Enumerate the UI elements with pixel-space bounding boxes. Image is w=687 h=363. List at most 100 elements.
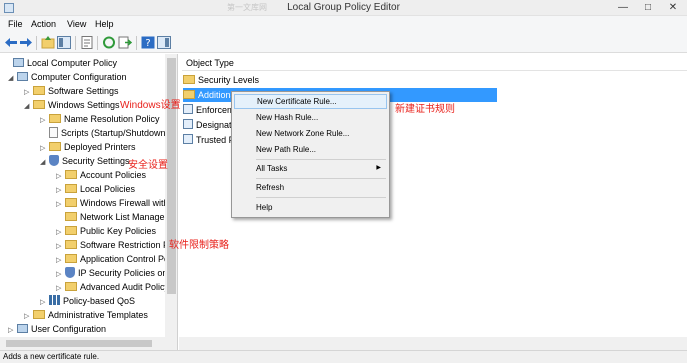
- tree-local-policies[interactable]: ▷ Local Policies: [56, 182, 135, 196]
- menu-new-hash-rule[interactable]: New Hash Rule...: [234, 110, 387, 125]
- folder-icon: [65, 254, 77, 263]
- tree-windows-firewall[interactable]: ▷ Windows Firewall with /: [56, 196, 174, 210]
- forward-arrow-icon[interactable]: [19, 36, 33, 49]
- folder-icon: [65, 170, 77, 179]
- refresh-icon[interactable]: [102, 36, 116, 49]
- tree-local-computer-policy[interactable]: Local Computer Policy: [4, 56, 117, 70]
- annotation-software-restriction: 软件限制策略: [169, 240, 229, 251]
- policy-document-icon: [183, 119, 193, 129]
- shield-icon: [49, 155, 59, 166]
- folder-icon: [49, 142, 61, 151]
- tree-item-label: Name Resolution Policy: [64, 114, 160, 124]
- folder-icon: [49, 114, 61, 123]
- folder-icon: [65, 198, 77, 207]
- expand-toggle-icon[interactable]: ◢: [8, 72, 17, 86]
- menu-all-tasks-label: All Tasks: [256, 164, 288, 173]
- tree-scripts[interactable]: Scripts (Startup/Shutdown: [40, 126, 166, 140]
- tree-item-label: Security Settings: [62, 156, 130, 166]
- folder-icon: [183, 75, 195, 84]
- tree-name-resolution-policy[interactable]: ▷ Name Resolution Policy: [40, 112, 160, 126]
- expand-toggle-icon[interactable]: ◢: [40, 156, 49, 170]
- maximize-button[interactable]: □: [637, 0, 659, 16]
- policy-document-icon: [183, 134, 193, 144]
- tree-application-control-policies[interactable]: ▷ Application Control Pol: [56, 252, 171, 266]
- policy-document-icon: [183, 104, 193, 114]
- minimize-button[interactable]: —: [612, 0, 634, 16]
- computer-icon: [17, 72, 28, 81]
- chart-bars-icon: [49, 295, 60, 305]
- tree-item-label: Account Policies: [80, 170, 147, 180]
- details-horizontal-scrollbar[interactable]: [179, 337, 687, 350]
- tree-item-label: Advanced Audit Policy: [80, 282, 170, 292]
- up-folder-icon[interactable]: [41, 36, 55, 49]
- properties-icon[interactable]: [80, 36, 94, 49]
- tree-item-label: Policy-based QoS: [63, 296, 136, 306]
- menu-file[interactable]: File: [8, 19, 23, 29]
- menu-refresh[interactable]: Refresh: [234, 180, 387, 195]
- list-item-label: Security Levels: [198, 75, 260, 85]
- tree-policy-based-qos[interactable]: ▷ Policy-based QoS: [40, 294, 135, 308]
- tree-item-label: Windows Settings: [48, 100, 120, 110]
- menu-help[interactable]: Help: [95, 19, 114, 29]
- computer-icon: [17, 324, 28, 333]
- tree-ip-security-policies[interactable]: ▷ IP Security Policies on I: [56, 266, 172, 280]
- tree-advanced-audit-policy[interactable]: ▷ Advanced Audit Policy: [56, 280, 169, 294]
- tree-item-label: Computer Configuration: [31, 72, 127, 82]
- tree-user-configuration[interactable]: ▷ User Configuration: [8, 322, 106, 336]
- tree-horizontal-scrollbar[interactable]: [0, 337, 177, 350]
- expand-toggle-icon[interactable]: ▷: [8, 324, 17, 338]
- tree-software-settings[interactable]: ▷ Software Settings: [24, 84, 119, 98]
- shield-icon: [65, 267, 75, 278]
- status-bar: Adds a new certificate rule.: [0, 350, 687, 363]
- tree-item-label: User Configuration: [31, 324, 107, 334]
- close-button[interactable]: ✕: [662, 0, 684, 16]
- menu-view[interactable]: View: [67, 19, 86, 29]
- submenu-arrow-icon: ▶: [376, 165, 381, 171]
- tree-item-label: IP Security Policies on I: [78, 268, 173, 278]
- tree-public-key-policies[interactable]: ▷ Public Key Policies: [56, 224, 156, 238]
- folder-icon: [33, 100, 45, 109]
- annotation-new-cert-rule: 新建证书规则: [395, 104, 455, 115]
- computer-icon: [13, 58, 24, 67]
- tree-item-label: Application Control Pol: [80, 254, 172, 264]
- tree-item-label: Local Policies: [80, 184, 136, 194]
- menu-all-tasks[interactable]: All Tasks ▶: [234, 161, 387, 176]
- tree-computer-configuration[interactable]: ◢ Computer Configuration: [8, 70, 127, 84]
- menu-bar: File Action View Help: [0, 16, 687, 33]
- folder-icon: [183, 90, 195, 99]
- tree-windows-settings[interactable]: ◢ Windows Settings: [24, 98, 120, 112]
- tree-deployed-printers[interactable]: ▷ Deployed Printers: [40, 140, 136, 154]
- menu-action[interactable]: Action: [31, 19, 56, 29]
- back-arrow-icon[interactable]: [4, 36, 18, 49]
- row-security-levels[interactable]: Security Levels: [183, 73, 259, 87]
- export-list-icon[interactable]: [118, 36, 132, 49]
- show-hide-action-pane-icon[interactable]: [157, 36, 171, 49]
- folder-icon: [65, 226, 77, 235]
- menu-help-item[interactable]: Help: [234, 200, 387, 215]
- tree-network-list-manager[interactable]: Network List Manager: [56, 210, 168, 224]
- folder-icon: [65, 282, 77, 291]
- tree-software-restriction-policies[interactable]: ▷ Software Restriction Po: [56, 238, 174, 252]
- folder-icon: [65, 240, 77, 249]
- menu-new-path-rule[interactable]: New Path Rule...: [234, 142, 387, 157]
- help-icon[interactable]: ?: [141, 36, 155, 49]
- expand-toggle-icon[interactable]: ◢: [24, 100, 33, 114]
- title-bar: 第一文库网 Local Group Policy Editor — □ ✕: [0, 0, 687, 16]
- folder-icon: [65, 184, 77, 193]
- folder-icon: [65, 212, 77, 221]
- column-header-object-type[interactable]: Object Type: [182, 55, 687, 71]
- tree-item-label: Deployed Printers: [64, 142, 136, 152]
- tree-item-label: Software Restriction Po: [80, 240, 175, 250]
- tree-item-label: Scripts (Startup/Shutdown: [61, 128, 166, 138]
- window-title: Local Group Policy Editor: [287, 2, 400, 13]
- tree-item-label: Local Computer Policy: [27, 58, 118, 68]
- menu-new-certificate-rule[interactable]: New Certificate Rule...: [234, 94, 387, 109]
- script-icon: [49, 127, 58, 138]
- show-hide-tree-icon[interactable]: [57, 36, 71, 49]
- tree-security-settings[interactable]: ◢ Security Settings: [40, 154, 130, 168]
- toolbar: ?: [0, 33, 687, 53]
- annotation-windows-settings: Windows设置: [120, 100, 181, 111]
- folder-icon: [33, 86, 45, 95]
- menu-new-network-zone-rule[interactable]: New Network Zone Rule...: [234, 126, 387, 141]
- tree-administrative-templates[interactable]: ▷ Administrative Templates: [24, 308, 148, 322]
